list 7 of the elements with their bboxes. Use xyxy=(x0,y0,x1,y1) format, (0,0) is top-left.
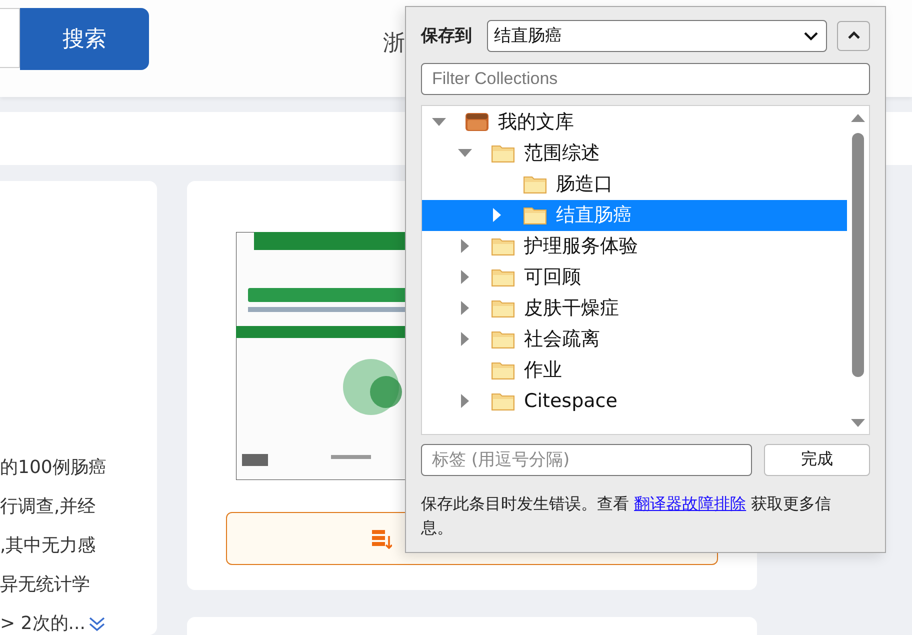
abstract-text: ,其中无力感 xyxy=(0,535,96,557)
abstract-text: 的100例肠癌 xyxy=(0,457,106,479)
error-message: 保存此条目时发生错误。查看 翻译器故障排除 获取更多信息。 xyxy=(421,492,832,539)
abstract-text: > 2次的... xyxy=(0,613,86,635)
save-to-label: 保存到 xyxy=(421,25,473,48)
abstract-text: 行调查,并经 xyxy=(0,496,96,518)
abstract-text: 异无统计学 xyxy=(0,574,90,596)
